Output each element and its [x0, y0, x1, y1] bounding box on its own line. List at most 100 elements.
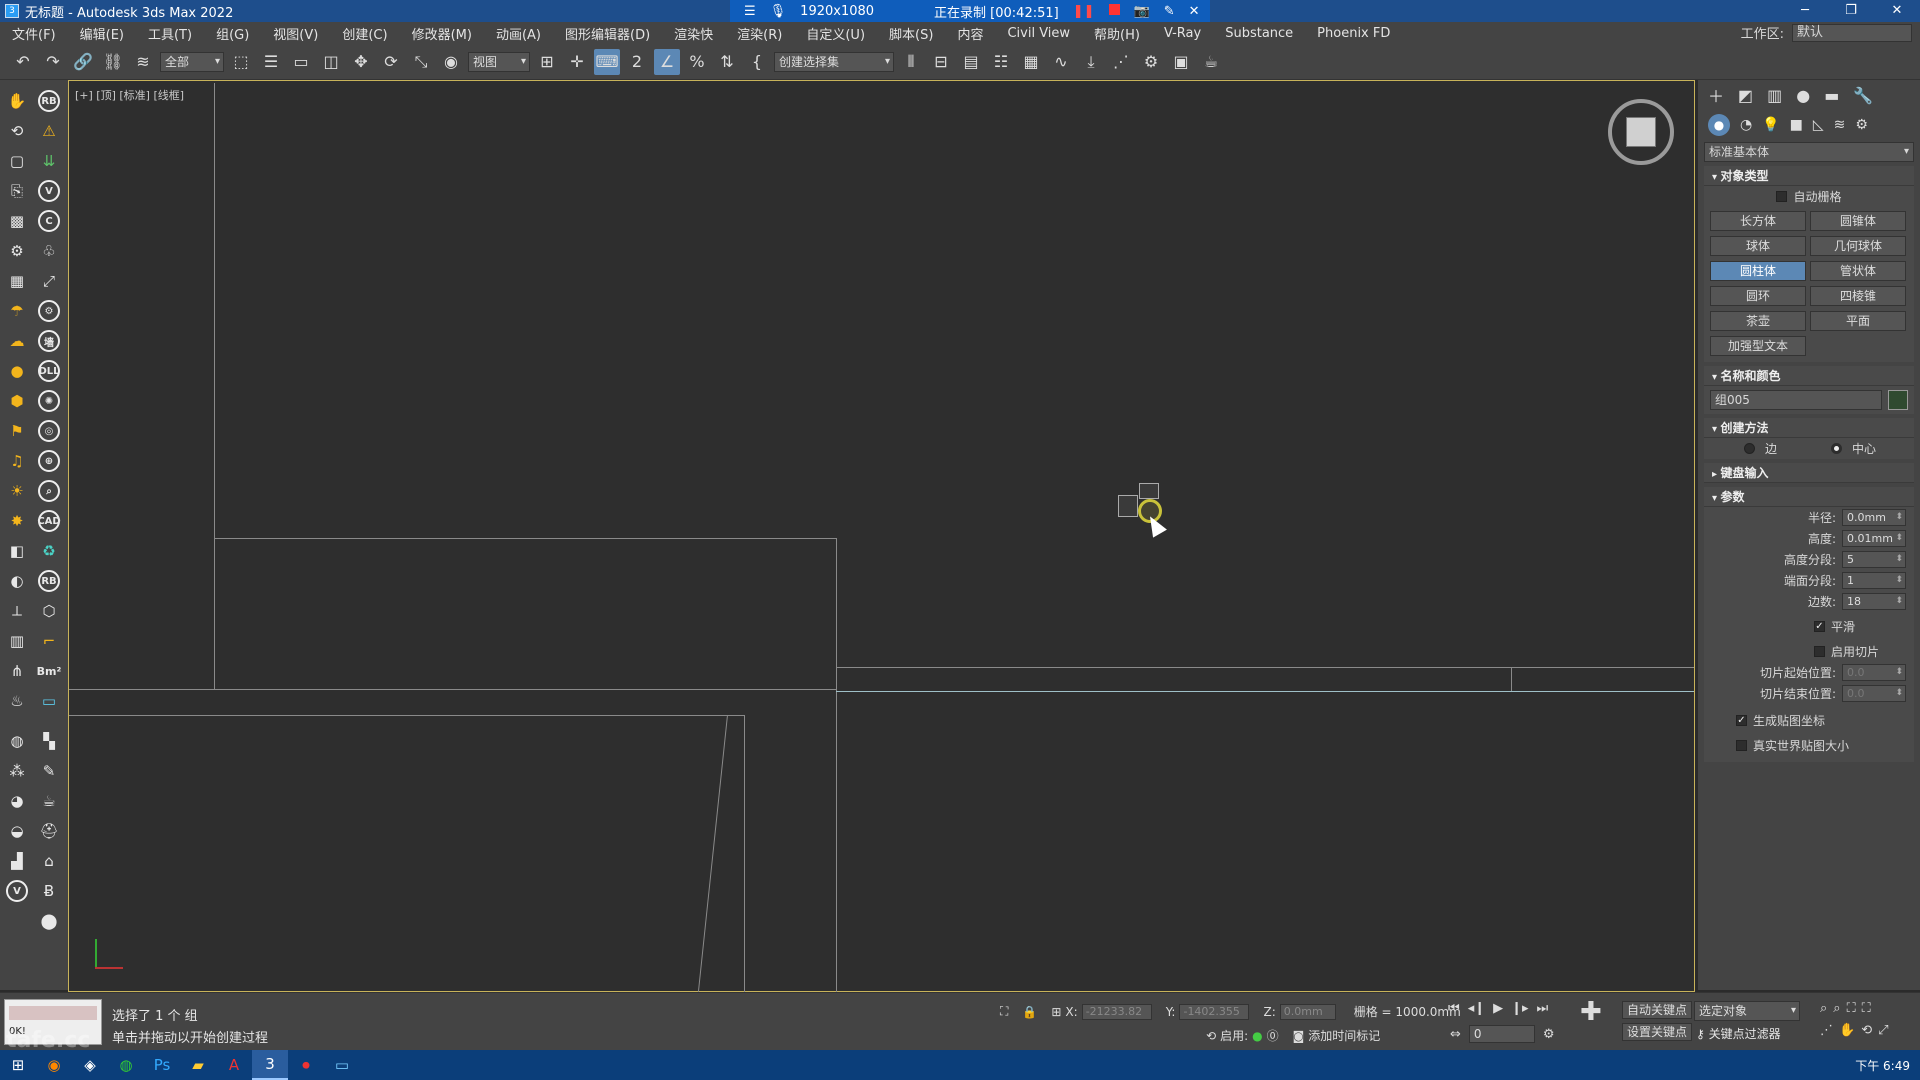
- lamp-stand-icon[interactable]: ⚑: [4, 418, 30, 444]
- adaptive-icon[interactable]: ⟲: [1206, 1029, 1216, 1043]
- time-config-key-icon[interactable]: ⚙: [1543, 1027, 1555, 1042]
- geosphere-button[interactable]: 几何球体: [1810, 236, 1906, 256]
- cad-icon[interactable]: CAD: [36, 508, 62, 534]
- gen-mapping-checkbox[interactable]: ✓: [1736, 715, 1747, 726]
- schematic-view-icon[interactable]: ⋰: [1108, 49, 1134, 75]
- viewport-label[interactable]: [+] [顶] [标准] [线框]: [75, 87, 184, 103]
- script-icon[interactable]: ✎: [36, 758, 62, 784]
- height-segments-spinner[interactable]: 5: [1842, 551, 1906, 568]
- grass-icon[interactable]: ⋔: [4, 658, 30, 684]
- set-key-big-icon[interactable]: ✚: [1580, 997, 1602, 1027]
- rect-selection-icon[interactable]: ▭: [288, 49, 314, 75]
- set-key-button[interactable]: 设置关键点: [1622, 1023, 1693, 1041]
- wall-circle-icon[interactable]: 墙: [36, 328, 62, 354]
- scale-icon[interactable]: ⤡: [408, 49, 434, 75]
- building-icon[interactable]: ▟: [4, 848, 30, 874]
- menu-content[interactable]: 内容: [945, 24, 995, 43]
- link-icon[interactable]: 🔗: [70, 49, 96, 75]
- layer-explorer-icon[interactable]: ☷: [988, 49, 1014, 75]
- grid-circle-icon[interactable]: ◎: [36, 418, 62, 444]
- slice-to-spinner[interactable]: 0.0: [1842, 685, 1906, 702]
- pen-icon[interactable]: ✎: [1164, 4, 1175, 19]
- photoshop-icon[interactable]: Ps: [144, 1050, 180, 1080]
- cone-button[interactable]: 圆锥体: [1810, 211, 1906, 231]
- select-object-icon[interactable]: ⬚: [228, 49, 254, 75]
- orbit-icon[interactable]: ⟲: [4, 118, 30, 144]
- aperture-icon[interactable]: ✺: [36, 388, 62, 414]
- zoom-extents-icon[interactable]: ⛶: [1847, 1001, 1856, 1016]
- radius-spinner[interactable]: 0.0mm: [1842, 509, 1906, 526]
- enable-zero-icon[interactable]: ⓪: [1267, 1027, 1279, 1044]
- panel-icon[interactable]: ▥: [4, 628, 30, 654]
- viewport-top[interactable]: [+] [顶] [标准] [线框]: [68, 80, 1695, 995]
- burst-icon[interactable]: ✸: [4, 508, 30, 534]
- teapot-icon[interactable]: ☕: [36, 788, 62, 814]
- isolate-icon[interactable]: ⛶: [1000, 1004, 1008, 1019]
- dll-circle-icon[interactable]: DLL: [36, 358, 62, 384]
- object-gizmo[interactable]: [1118, 495, 1138, 517]
- chevrons-down-icon[interactable]: ⇊: [36, 148, 62, 174]
- cap-segments-spinner[interactable]: 1: [1842, 572, 1906, 589]
- spheres-icon[interactable]: ⁂: [4, 758, 30, 784]
- flame-icon[interactable]: ♨: [4, 688, 30, 714]
- maximize-viewport-icon[interactable]: ⤢: [1878, 1023, 1888, 1038]
- white-ball-icon[interactable]: ⬤: [36, 908, 62, 934]
- prev-frame-icon[interactable]: ◂❙: [1468, 1001, 1485, 1016]
- magnify-circle-icon[interactable]: ⌕: [36, 478, 62, 504]
- lock-icon[interactable]: 🔒: [1022, 1005, 1037, 1019]
- recorder-menu-icon[interactable]: ☰: [744, 4, 756, 19]
- hex-nut-icon[interactable]: ⬡: [36, 598, 62, 624]
- lights-icon[interactable]: 💡: [1762, 117, 1779, 133]
- workspace-dropdown[interactable]: 默认: [1792, 23, 1912, 42]
- edge-radio[interactable]: [1744, 443, 1755, 454]
- helpers-icon[interactable]: ◺: [1813, 117, 1824, 133]
- display-tab-icon[interactable]: ▬: [1824, 86, 1839, 105]
- menu-group[interactable]: 组(G): [204, 24, 261, 43]
- spinner-snap-icon[interactable]: ⇅: [714, 49, 740, 75]
- menu-help[interactable]: 帮助(H): [1082, 24, 1152, 43]
- recorder-taskbar-icon[interactable]: ⏺: [288, 1050, 324, 1080]
- teapot-button[interactable]: 茶壶: [1710, 311, 1806, 331]
- select-by-name-icon[interactable]: ☰: [258, 49, 284, 75]
- menu-rendering[interactable]: 渲染(R): [725, 24, 794, 43]
- plane-button[interactable]: 平面: [1810, 311, 1906, 331]
- palette-icon[interactable]: ◕: [4, 788, 30, 814]
- edit-named-sets-icon[interactable]: {: [744, 49, 770, 75]
- menu-civil-view[interactable]: Civil View: [995, 26, 1082, 41]
- cylinder-button[interactable]: 圆柱体: [1710, 261, 1806, 281]
- zoom-extents-all-icon[interactable]: ⛶: [1862, 1001, 1871, 1016]
- zoom-icon[interactable]: ⌕: [1820, 1001, 1827, 1016]
- warning-icon[interactable]: ⚠: [36, 118, 62, 144]
- move-icon[interactable]: ✥: [348, 49, 374, 75]
- z-coordinate[interactable]: 0.0mm: [1279, 1003, 1336, 1020]
- torus-button[interactable]: 圆环: [1710, 286, 1806, 306]
- wechat-icon[interactable]: ◍: [108, 1050, 144, 1080]
- scene-explorer-icon[interactable]: ▤: [958, 49, 984, 75]
- sides-spinner[interactable]: 18: [1842, 593, 1906, 610]
- balloon-icon[interactable]: ♧: [36, 238, 62, 264]
- maximize-icon[interactable]: ❐: [1828, 0, 1874, 22]
- auto-key-button[interactable]: 自动关键点: [1622, 1001, 1693, 1019]
- bell-icon[interactable]: ♫: [4, 448, 30, 474]
- layers-icon[interactable]: ◒: [4, 818, 30, 844]
- home-icon[interactable]: ⌂: [36, 848, 62, 874]
- cube-icon[interactable]: ◧: [4, 538, 30, 564]
- menu-phoenix-fd[interactable]: Phoenix FD: [1305, 26, 1402, 41]
- autogrid-checkbox[interactable]: [1776, 191, 1788, 202]
- creation-method-header[interactable]: 创建方法: [1704, 418, 1914, 438]
- app-icon-2[interactable]: ◈: [72, 1050, 108, 1080]
- v-shield-icon[interactable]: V: [4, 878, 30, 904]
- sphere-button[interactable]: 球体: [1710, 236, 1806, 256]
- geometry-icon[interactable]: ●: [1708, 114, 1730, 136]
- cloud-icon[interactable]: ☁: [4, 328, 30, 354]
- time-config-icon[interactable]: ⇔: [1450, 1027, 1461, 1042]
- monitor-icon[interactable]: ▭: [36, 688, 62, 714]
- center-radio[interactable]: [1831, 443, 1843, 454]
- sun-icon[interactable]: ☀: [4, 478, 30, 504]
- keyboard-entry-header[interactable]: 键盘输入: [1704, 463, 1914, 483]
- menu-substance[interactable]: Substance: [1213, 26, 1305, 41]
- key-filter-target-dropdown[interactable]: 选定对象: [1694, 1001, 1800, 1021]
- create-tab-icon[interactable]: ＋: [1708, 83, 1724, 107]
- menu-vray[interactable]: V-Ray: [1152, 26, 1213, 41]
- name-color-header[interactable]: 名称和颜色: [1704, 366, 1914, 386]
